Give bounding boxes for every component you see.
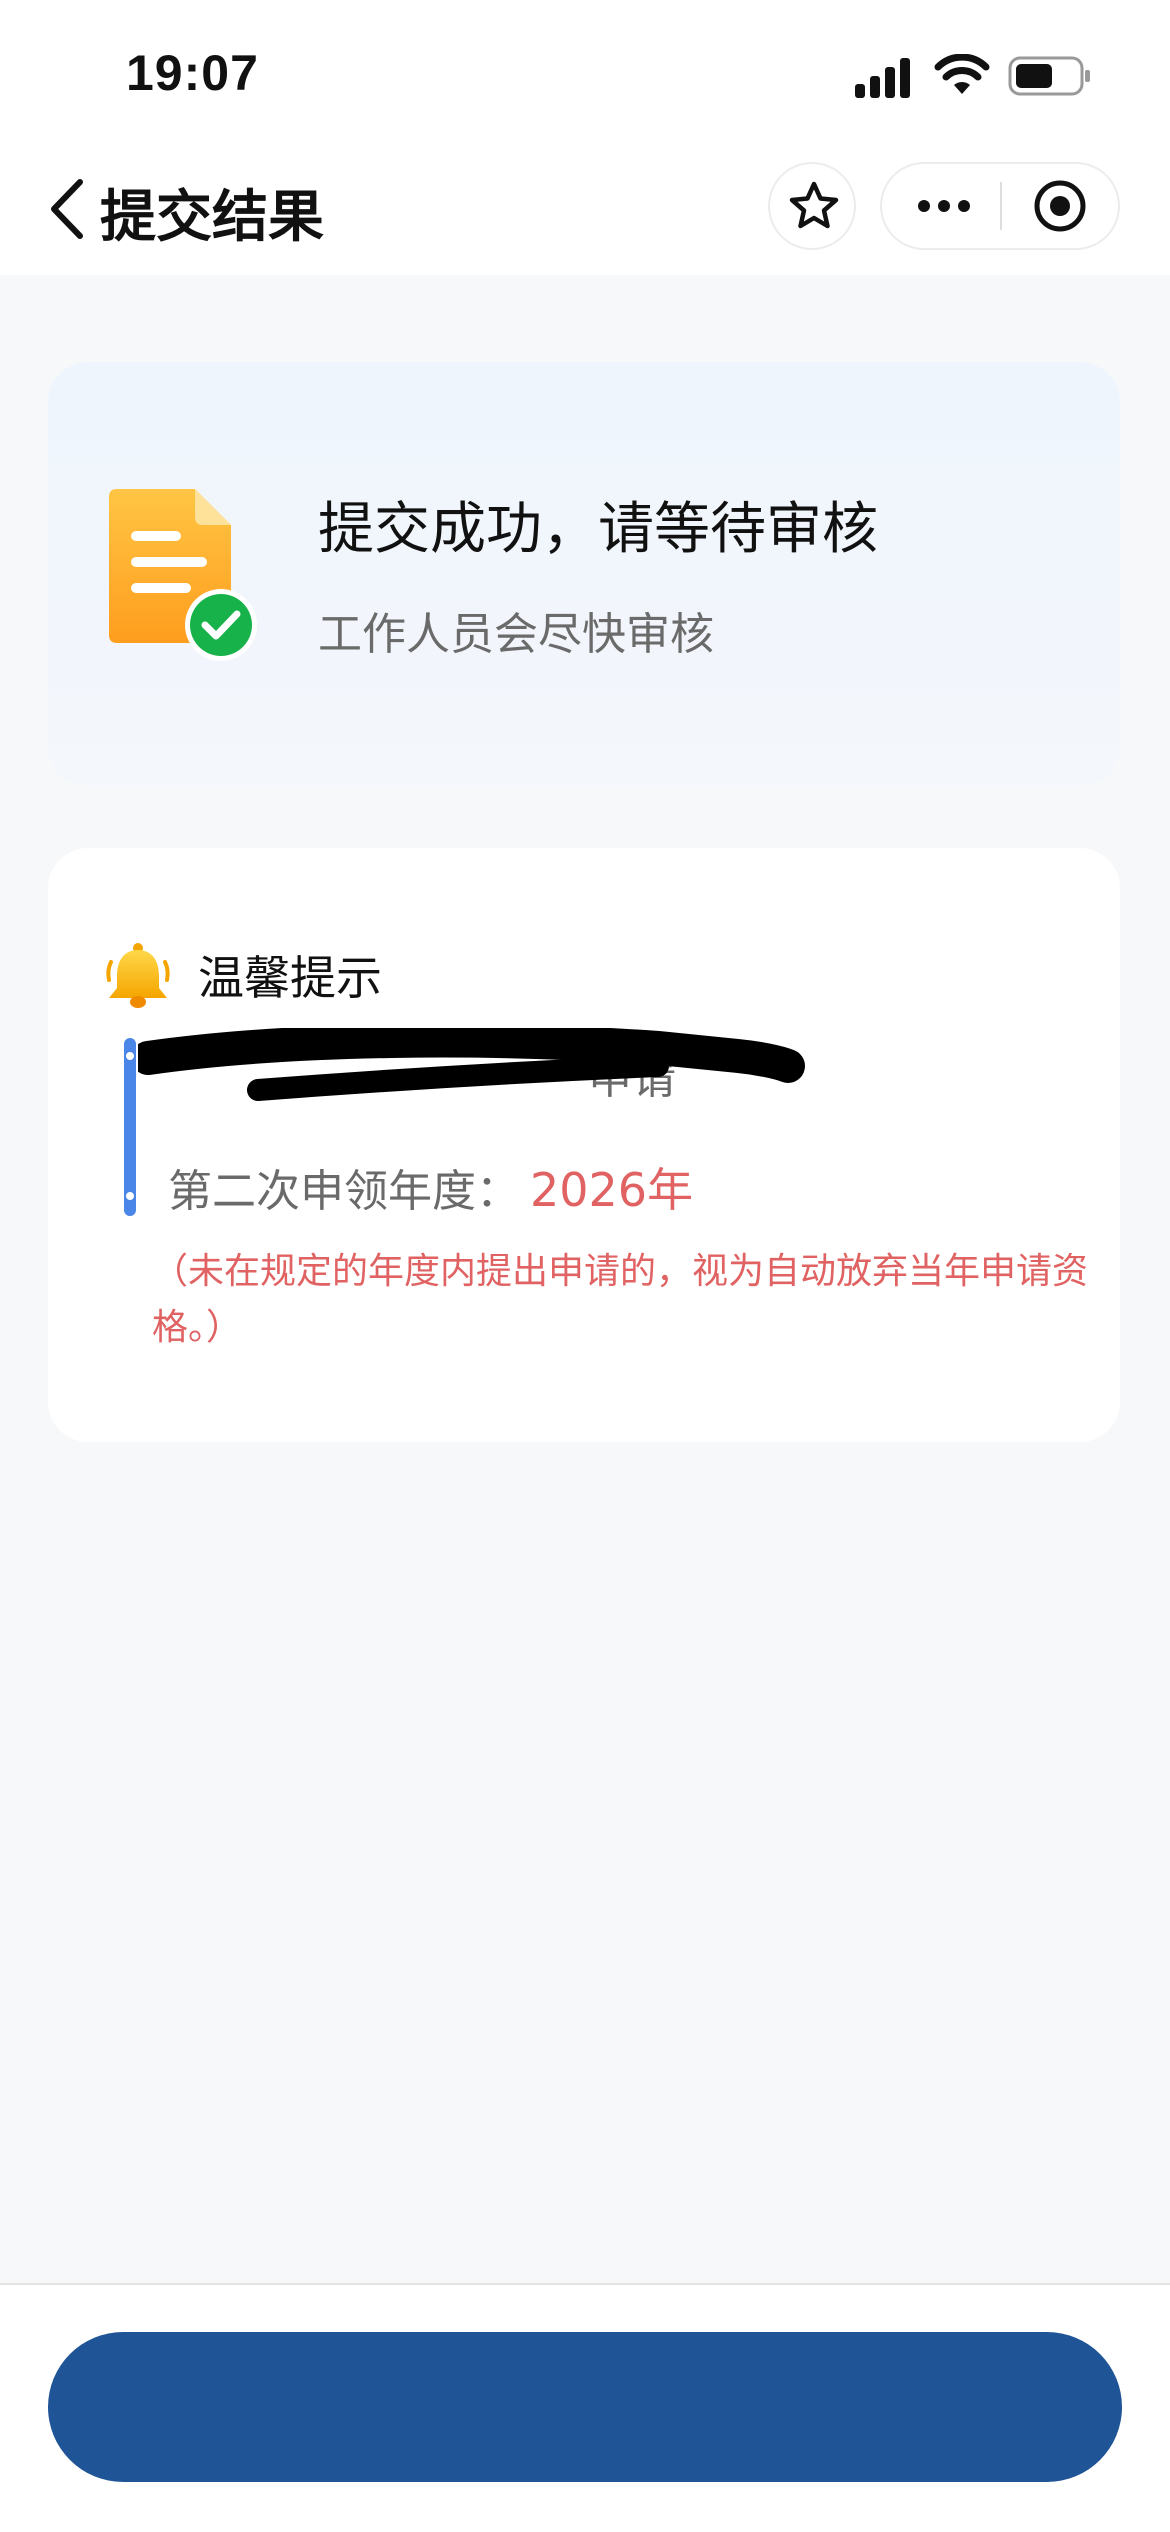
target-circle-icon (1034, 180, 1086, 232)
battery-icon (1008, 56, 1090, 96)
navigation-bar: 提交结果 (0, 150, 1170, 275)
success-subtitle: 工作人员会尽快审核 (318, 609, 714, 660)
status-bar: 19:07 (0, 0, 1170, 150)
second-year-value: 2026年 (530, 1163, 694, 1217)
capsule-divider (1000, 182, 1002, 230)
favorite-button[interactable] (768, 162, 856, 250)
success-title: 提交成功，请等待审核 (318, 497, 878, 562)
timeline-dot (126, 1052, 134, 1060)
more-button[interactable] (882, 164, 1000, 248)
page-title: 提交结果 (100, 185, 324, 250)
cellular-signal-icon (855, 58, 910, 98)
deadline-note: （未在规定的年度内提出申请的，视为自动放弃当年申请资格。） (152, 1251, 1089, 1348)
primary-action-button[interactable] (48, 2332, 1122, 2482)
success-card: 提交成功，请等待审核 工作人员会尽快审核 (48, 362, 1120, 786)
tips-card: 温馨提示 申请 第二次申领年度： 2026年 （未在规定的年度内提出申请的，视为自… (48, 848, 1120, 1442)
chevron-left-icon[interactable] (44, 176, 88, 242)
bell-icon (106, 943, 170, 1008)
status-time: 19:07 (126, 45, 259, 101)
second-application-row: 第二次申领年度： 2026年 (168, 1154, 693, 1220)
document-check-icon (109, 489, 257, 661)
redaction-scribble (138, 1028, 805, 1101)
timeline-bar (124, 1038, 136, 1216)
tips-title: 温馨提示 (198, 951, 382, 1005)
second-year-label: 第二次申领年度： (168, 1166, 520, 1217)
star-icon (789, 181, 839, 229)
close-mini-program-button[interactable] (1004, 164, 1118, 248)
timeline-dot (126, 1192, 134, 1200)
more-dots-icon (918, 200, 970, 212)
wifi-icon (934, 54, 990, 94)
mini-program-capsule (880, 162, 1120, 250)
